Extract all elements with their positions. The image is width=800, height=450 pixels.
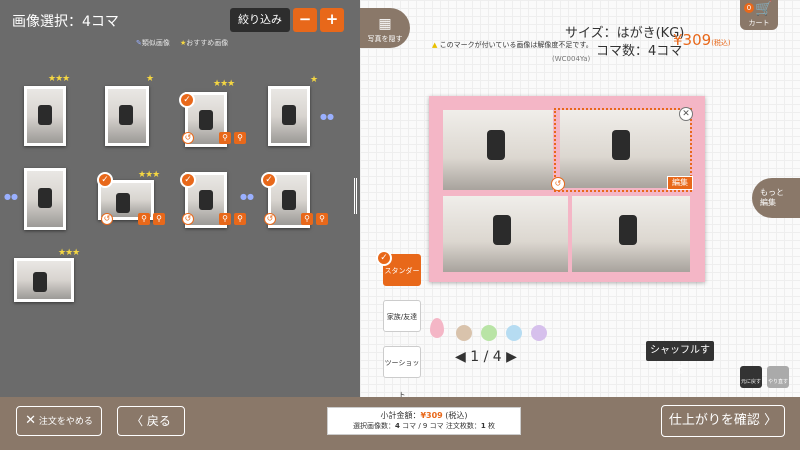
back-button[interactable]: 〈 戻る bbox=[117, 406, 185, 436]
panel-resize-handle[interactable] bbox=[354, 178, 357, 214]
undo-button[interactable]: 元に戻す bbox=[740, 366, 762, 388]
thumbnail-9[interactable] bbox=[14, 258, 74, 302]
rotate-slot-icon[interactable]: ↺ bbox=[551, 177, 565, 191]
magnify-plus-icon[interactable]: ⚲ bbox=[153, 213, 165, 225]
magnify-icon[interactable]: ⚲ bbox=[219, 213, 231, 225]
filter-button[interactable]: 絞り込み bbox=[230, 8, 290, 32]
order-summary: 小計金額：¥309 (税込) 選択画像数：4 コマ / 9 コマ 注文枚数：1 … bbox=[327, 407, 521, 435]
layout-two-shot[interactable]: ツーショット bbox=[383, 346, 421, 399]
price: ¥309(税込) bbox=[673, 31, 731, 49]
warning-icon: ▲ bbox=[432, 41, 438, 49]
photo bbox=[17, 261, 71, 299]
selected-check-icon[interactable]: ✓ bbox=[179, 92, 195, 108]
hide-photos-button[interactable]: ▦ 写真を隠す bbox=[360, 8, 410, 48]
photo-slot-4[interactable] bbox=[572, 196, 690, 272]
thumbnail-4[interactable] bbox=[268, 86, 310, 146]
thumbnail-2[interactable] bbox=[105, 86, 149, 146]
page-title: 画像選択：4コマ bbox=[12, 14, 119, 30]
shuffle-button[interactable]: シャッフルする bbox=[646, 341, 714, 376]
photo bbox=[108, 89, 146, 143]
grid-icon: ▦ bbox=[378, 16, 392, 32]
color-swatch-blue[interactable] bbox=[506, 325, 522, 341]
cart-button[interactable]: 0 🛒 カート bbox=[740, 0, 778, 30]
page-navigator[interactable]: ◀ 1 / 4 ▶ bbox=[455, 349, 517, 365]
confirm-finish-button[interactable]: 仕上がりを確認 〉 bbox=[661, 405, 785, 437]
magnify-icon[interactable]: ⚲ bbox=[219, 132, 231, 144]
selected-check-icon[interactable]: ✓ bbox=[261, 172, 277, 188]
photo bbox=[101, 183, 151, 217]
resolution-warning: ▲ このマークが付いている画像は解像度不足です。 bbox=[432, 41, 593, 49]
zoom-in-button[interactable]: + bbox=[320, 8, 344, 32]
magnify-plus-icon[interactable]: ⚲ bbox=[316, 213, 328, 225]
magnify-plus-icon[interactable]: ⚲ bbox=[234, 213, 246, 225]
thumbnail-stars: ★ bbox=[310, 75, 318, 85]
chevron-left-icon: 〈 bbox=[131, 414, 144, 428]
thumbnail-stars: ★★★ bbox=[213, 79, 235, 89]
redo-button[interactable]: やり直す bbox=[767, 366, 789, 388]
color-swatch-pink-selected[interactable] bbox=[430, 318, 444, 338]
similar-image-icon[interactable]: ●● bbox=[320, 112, 334, 121]
thumbnail-1[interactable] bbox=[24, 86, 66, 146]
magnify-icon[interactable]: ⚲ bbox=[301, 213, 313, 225]
photo bbox=[27, 171, 63, 227]
similar-legend: ✎類似画像 bbox=[136, 39, 170, 47]
rotate-icon[interactable]: ↺ bbox=[101, 213, 113, 225]
magnify-icon[interactable]: ⚲ bbox=[138, 213, 150, 225]
chevron-right-icon: 〉 bbox=[764, 413, 778, 428]
thumbnail-stars: ★★★ bbox=[138, 170, 160, 180]
layout-family-friends[interactable]: 家族/友達 bbox=[383, 300, 421, 332]
similar-image-icon[interactable]: ●● bbox=[4, 192, 18, 201]
photo bbox=[27, 89, 63, 143]
rotate-icon[interactable]: ↺ bbox=[182, 132, 194, 144]
frame-count-label: コマ数：4コマ bbox=[596, 44, 683, 59]
color-swatch-purple[interactable] bbox=[531, 325, 547, 341]
edit-slot-button[interactable]: 編集 bbox=[667, 176, 693, 190]
remove-photo-icon[interactable]: ✕ bbox=[679, 107, 693, 121]
close-icon: ✕ bbox=[25, 413, 36, 428]
cancel-order-button[interactable]: ✕ 注文をやめる bbox=[16, 406, 102, 436]
thumbnail-stars: ★★★ bbox=[58, 248, 80, 258]
photo-slot-1[interactable] bbox=[443, 110, 553, 190]
photo-slot-3[interactable] bbox=[443, 196, 568, 272]
more-edit-button[interactable]: もっと 編集 bbox=[752, 178, 800, 218]
color-swatch-beige[interactable] bbox=[456, 325, 472, 341]
size-label: サイズ：はがき(KG) bbox=[565, 26, 685, 41]
photo bbox=[271, 89, 307, 143]
product-code: (WC004Ya) bbox=[552, 55, 591, 63]
selected-check-icon[interactable]: ✓ bbox=[97, 172, 113, 188]
thumbnail-stars: ★ bbox=[146, 74, 154, 84]
rotate-icon[interactable]: ↺ bbox=[182, 213, 194, 225]
recommended-legend: ★おすすめ画像 bbox=[180, 39, 229, 47]
layout-selected-check-icon: ✓ bbox=[376, 250, 392, 266]
similar-image-icon[interactable]: ●● bbox=[240, 192, 254, 201]
zoom-out-button[interactable]: − bbox=[293, 8, 317, 32]
thumbnail-5[interactable] bbox=[24, 168, 66, 230]
cart-count-badge: 0 bbox=[744, 3, 754, 13]
rotate-icon[interactable]: ↺ bbox=[264, 213, 276, 225]
thumbnail-stars: ★★★ bbox=[48, 74, 70, 84]
selected-check-icon[interactable]: ✓ bbox=[180, 172, 196, 188]
magnify-plus-icon[interactable]: ⚲ bbox=[234, 132, 246, 144]
color-swatch-green[interactable] bbox=[481, 325, 497, 341]
